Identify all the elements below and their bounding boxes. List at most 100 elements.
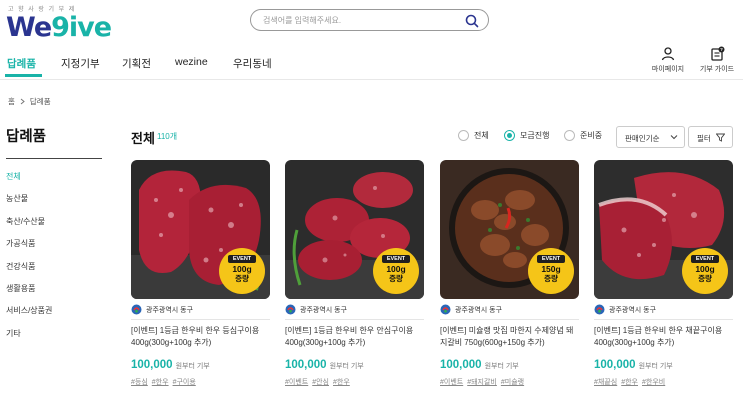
region-name: 광주광역시 동구 (300, 306, 348, 314)
category-all[interactable]: 전체 (6, 171, 52, 193)
product-name[interactable]: [이벤트] 1등급 한우비 한우 채끝구이용 400g(300g+100g 추가… (594, 325, 733, 349)
tag[interactable]: #채끝심 (594, 377, 617, 387)
product-image-raw-striploin[interactable]: EVENT 100g 증량 (594, 160, 733, 299)
radio-preparing[interactable]: 준비중 (564, 130, 602, 141)
content-title: 전체 (131, 131, 155, 146)
filter-button[interactable]: 필터 (688, 126, 733, 148)
tag[interactable]: #구이용 (173, 377, 196, 387)
product-name[interactable]: [이벤트] 1등급 한우비 한우 안심구이용 400g(300g+100g 추가… (285, 325, 424, 349)
tag-list: #이벤트 #안심 #한우 (285, 377, 350, 387)
category-list: 전체 농산물 축산/수산물 가공식품 건강식품 생활용품 서비스/상품권 기타 (6, 171, 52, 350)
category-household[interactable]: 생활용품 (6, 283, 52, 305)
nav-exhibition[interactable]: 기획전 (122, 56, 151, 71)
event-badge: EVENT 100g 증량 (373, 248, 419, 294)
result-count: 110개 (157, 132, 178, 141)
sort-value: 판매인기순 (625, 134, 660, 143)
tag[interactable]: #한우 (333, 377, 350, 387)
product-image-raw-tenderloin[interactable]: EVENT 100g 증량 (285, 160, 424, 299)
nav-active-indicator (5, 74, 42, 77)
tag[interactable]: #한우 (152, 377, 169, 387)
breadcrumb-home[interactable]: 홈 (8, 96, 15, 107)
badge-weight: 증량 (698, 274, 712, 283)
product-image-marinated-pork-ribs[interactable]: EVENT 150g 증량 (440, 160, 579, 299)
chevron-right-icon (20, 98, 25, 105)
breadcrumb: 홈 답례품 (8, 96, 51, 107)
radio-in-progress[interactable]: 모금진행 (504, 130, 549, 141)
category-livestock-seafood[interactable]: 축산/수산물 (6, 216, 52, 238)
site-logo[interactable]: 고향사랑기부제 We9ive (6, 4, 112, 43)
tag[interactable]: #이벤트 (440, 377, 463, 387)
nav-returngifts[interactable]: 답례품 (7, 56, 36, 71)
badge-amount: 100g (232, 264, 252, 274)
category-service-voucher[interactable]: 서비스/상품권 (6, 305, 52, 327)
category-etc[interactable]: 기타 (6, 328, 52, 350)
region-label: 광주광역시 동구 (594, 304, 656, 315)
category-health-food[interactable]: 건강식품 (6, 261, 52, 283)
tag[interactable]: #미슐랭 (501, 377, 524, 387)
product-price: 100,000 원부터 기부 (594, 359, 673, 371)
price-unit: 원부터 기부 (329, 363, 364, 370)
product-name[interactable]: [이벤트] 미슐랭 맛집 마한지 수제양념 돼지갈비 750g(600g+150… (440, 325, 579, 349)
radio-dot[interactable] (458, 130, 469, 141)
badge-event-label: EVENT (382, 255, 410, 263)
tag[interactable]: #안심 (312, 377, 329, 387)
tag[interactable]: #등심 (131, 377, 148, 387)
region-emblem-icon (285, 304, 296, 315)
main-nav: 답례품 지정기부 기획전 wezine 우리동네 (0, 50, 743, 78)
price-amount: 100,000 (131, 359, 173, 371)
tag[interactable]: #이벤트 (285, 377, 308, 387)
price-unit: 원부터 기부 (175, 363, 210, 370)
tag-list: #등심 #한우 #구이용 (131, 377, 196, 387)
search-bar (250, 9, 489, 31)
price-unit: 원부터 기부 (638, 363, 673, 370)
nav-neighborhood[interactable]: 우리동네 (233, 56, 272, 71)
filter-icon (716, 133, 725, 142)
region-label: 광주광역시 동구 (131, 304, 193, 315)
category-processed-food[interactable]: 가공식품 (6, 238, 52, 260)
price-amount: 100,000 (594, 359, 636, 371)
badge-event-label: EVENT (691, 255, 719, 263)
filter-label: 필터 (697, 134, 711, 143)
nav-designated-donation[interactable]: 지정기부 (61, 56, 100, 71)
search-input[interactable] (263, 13, 463, 28)
tag[interactable]: #한우비 (642, 377, 665, 387)
tag[interactable]: #돼지갈비 (467, 377, 497, 387)
badge-event-label: EVENT (537, 255, 565, 263)
price-amount: 100,000 (440, 359, 482, 371)
category-agriculture[interactable]: 농산물 (6, 193, 52, 215)
badge-amount: 150g (541, 264, 561, 274)
product-card[interactable]: EVENT 150g 증량 광주광역시 동구 [이벤트] 미슐랭 맛집 마한지 … (440, 160, 579, 386)
product-card[interactable]: EVENT 100g 증량 광주광역시 동구 [이벤트] 1등급 한우비 한우 … (285, 160, 424, 386)
header-divider (0, 79, 743, 80)
product-card[interactable]: EVENT 100g 증량 광주광역시 동구 [이벤트] 1등급 한우비 한우 … (594, 160, 733, 386)
badge-event-label: EVENT (228, 255, 256, 263)
badge-weight: 증량 (544, 274, 558, 283)
product-name[interactable]: [이벤트] 1등급 한우비 한우 등심구이용 400g(300g+100g 추가… (131, 325, 270, 349)
region-label: 광주광역시 동구 (285, 304, 347, 315)
radio-dot-checked[interactable] (504, 130, 515, 141)
product-card[interactable]: EVENT 100g 증량 광주광역시 동구 [이벤트] 1등급 한우비 한우 … (131, 160, 270, 386)
radio-dot[interactable] (564, 130, 575, 141)
region-name: 광주광역시 동구 (146, 306, 194, 314)
price-amount: 100,000 (285, 359, 327, 371)
sidebar-divider (6, 158, 102, 159)
product-image-raw-sirloin[interactable]: EVENT 100g 증량 (131, 160, 270, 299)
region-name: 광주광역시 동구 (609, 306, 657, 314)
search-icon[interactable] (464, 13, 480, 29)
breadcrumb-current: 답례품 (29, 97, 51, 106)
sort-select[interactable]: 판매인기순 (616, 126, 685, 148)
region-emblem-icon (594, 304, 605, 315)
region-label: 광주광역시 동구 (440, 304, 502, 315)
radio-all[interactable]: 전체 (458, 130, 489, 141)
card-divider (594, 319, 733, 320)
logo-text-b: 9ive (51, 12, 112, 43)
radio-label: 준비중 (580, 131, 603, 140)
region-name: 광주광역시 동구 (455, 306, 503, 314)
tag[interactable]: #한우 (621, 377, 638, 387)
region-emblem-icon (131, 304, 142, 315)
badge-weight: 증량 (389, 274, 403, 283)
tag-list: #이벤트 #돼지갈비 #미슐랭 (440, 377, 524, 387)
product-price: 100,000 원부터 기부 (285, 359, 364, 371)
sidebar-title: 답례품 (6, 129, 47, 145)
nav-wezine[interactable]: wezine (175, 56, 208, 68)
